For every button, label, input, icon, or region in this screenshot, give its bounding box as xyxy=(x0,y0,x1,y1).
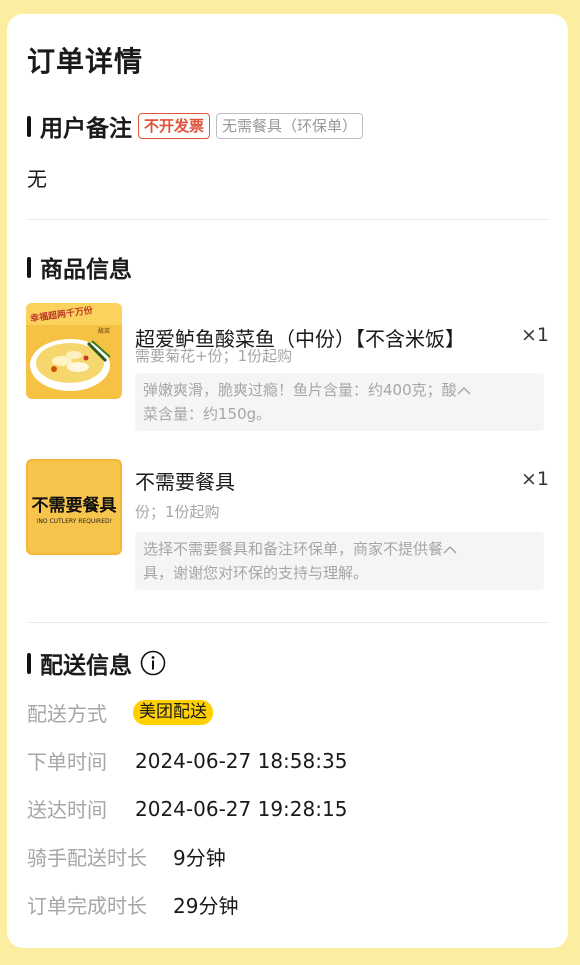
item-spec: 份；1份起购 xyxy=(135,503,220,521)
order-time-row: 下单时间 2024-06-27 18:58:35 xyxy=(27,746,347,775)
product-image-cutlery[interactable]: 不需要餐具 !NO CUTLERY REQUIRED! xyxy=(26,459,122,555)
item-description: 弹嫩爽滑，脆爽过瘾！鱼片含量：约400克；酸 菜含量：约150g。 xyxy=(135,373,544,431)
item-qty: ×1 xyxy=(520,468,549,490)
item-description: 选择不需要餐具和备注环保单，商家不提供餐 具，谢谢您对环保的支持与理解。 xyxy=(135,532,544,590)
order-time-label: 下单时间 xyxy=(27,750,107,774)
item-spec: 需要菊花+份；1份起购 xyxy=(135,347,293,365)
delivery-method-label: 配送方式 xyxy=(27,702,107,726)
section-marker xyxy=(27,115,31,137)
image-logo-text: 酸菜 xyxy=(98,327,110,335)
no-cutlery-image: 不需要餐具 !NO CUTLERY REQUIRED! xyxy=(26,459,122,555)
goods-title: 商品信息 xyxy=(40,257,132,283)
divider xyxy=(27,219,550,220)
page-title: 订单详情 xyxy=(27,45,144,78)
arrival-time-label: 送达时间 xyxy=(27,798,107,822)
delivery-section-header: 配送信息 xyxy=(27,646,166,680)
rider-duration-value: 9分钟 xyxy=(173,846,226,870)
item-desc-line: 具，谢谢您对环保的支持与理解。 xyxy=(143,564,369,582)
arrival-time-value: 2024-06-27 19:28:15 xyxy=(135,796,348,821)
complete-duration-value: 29分钟 xyxy=(173,894,239,918)
complete-duration-label: 订单完成时长 xyxy=(27,894,147,918)
order-detail-card: 订单详情 用户备注 不开发票 无需餐具（环保单） 无 商品信息 幸福超两千万份 … xyxy=(7,14,568,948)
item-desc-line: 弹嫩爽滑，脆爽过瘾！鱼片含量：约400克；酸 xyxy=(143,381,457,399)
image-title-text: 不需要餐具 xyxy=(32,495,117,516)
rider-duration-label: 骑手配送时长 xyxy=(27,846,147,870)
divider xyxy=(27,622,550,623)
arrival-time-row: 送达时间 2024-06-27 19:28:15 xyxy=(27,794,347,823)
item-desc-line: 菜含量：约150g。 xyxy=(143,405,272,423)
section-marker xyxy=(27,256,31,278)
chevron-up-icon[interactable] xyxy=(457,378,471,402)
remark-content: 无 xyxy=(27,167,47,191)
item-name: 不需要餐具 xyxy=(135,470,235,494)
fish-dish-image: 幸福超两千万份 酸菜 xyxy=(26,303,122,399)
order-time-value: 2024-06-27 18:58:35 xyxy=(135,748,348,773)
complete-duration-row: 订单完成时长 29分钟 xyxy=(27,890,238,919)
section-marker xyxy=(27,652,31,674)
delivery-method-badge: 美团配送 xyxy=(133,700,213,725)
product-image-fish[interactable]: 幸福超两千万份 酸菜 xyxy=(26,303,122,399)
chevron-up-icon[interactable] xyxy=(443,537,457,561)
cutlery-tag: 无需餐具（环保单） xyxy=(216,113,364,139)
image-subtitle-text: !NO CUTLERY REQUIRED! xyxy=(36,518,112,525)
item-desc-line: 选择不需要餐具和备注环保单，商家不提供餐 xyxy=(143,540,444,558)
invoice-tag: 不开发票 xyxy=(138,113,211,139)
remark-title: 用户备注 xyxy=(40,116,132,142)
goods-section-header: 商品信息 xyxy=(27,250,132,284)
delivery-method-row: 配送方式 美团配送 xyxy=(27,698,213,727)
item-qty: ×1 xyxy=(520,324,549,346)
info-icon[interactable] xyxy=(140,650,166,676)
delivery-title: 配送信息 xyxy=(40,653,132,679)
rider-duration-row: 骑手配送时长 9分钟 xyxy=(27,842,226,871)
remark-section-header: 用户备注 不开发票 无需餐具（环保单） xyxy=(27,109,364,143)
